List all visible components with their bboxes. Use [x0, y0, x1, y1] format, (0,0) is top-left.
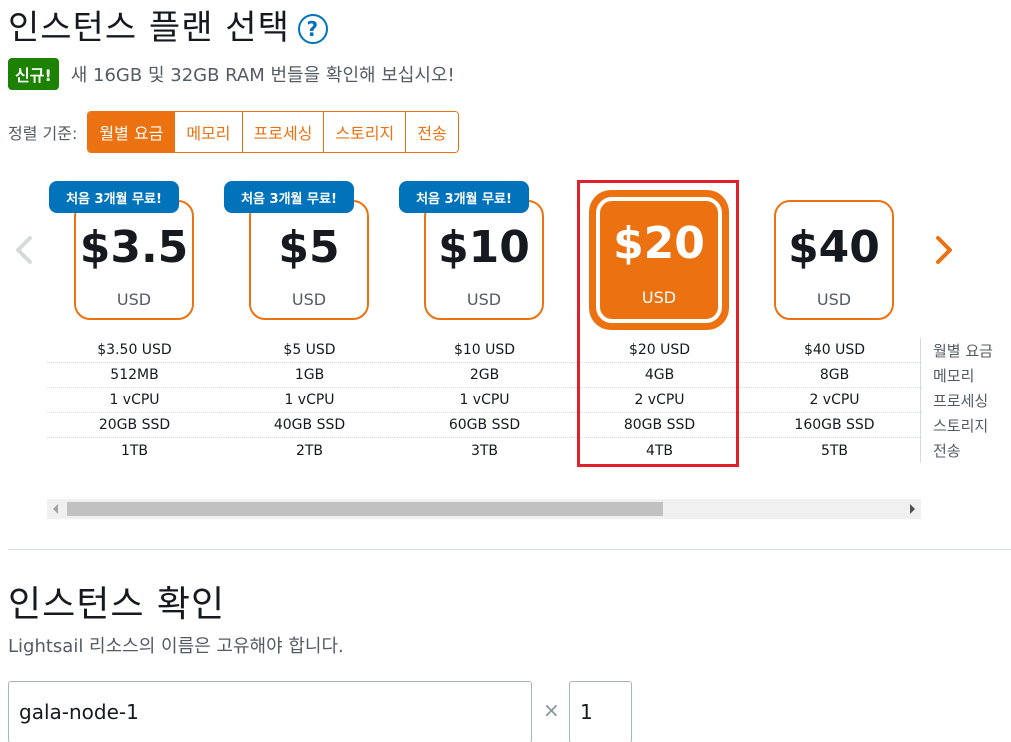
- row-label-monthly: 월별 요금: [933, 342, 993, 360]
- plan-specs: $10 USD 2GB 1 vCPU 60GB SSD 3TB: [397, 338, 572, 463]
- plan-card-3-5[interactable]: $3.5 USD: [74, 200, 194, 320]
- spec-storage: 40GB SSD: [222, 413, 397, 438]
- plan-specs: $5 USD 1GB 1 vCPU 40GB SSD 2TB: [222, 338, 397, 463]
- instance-name-hint: Lightsail 리소스의 이름은 고유해야 합니다.: [8, 636, 344, 657]
- instance-name-input[interactable]: [8, 681, 532, 742]
- plan-card-10[interactable]: $10 USD: [424, 200, 544, 320]
- promo-badge: 처음 3개월 무료!: [399, 181, 529, 213]
- instance-count-input[interactable]: [569, 681, 632, 742]
- selection-highlight-box: [577, 180, 739, 467]
- sort-option-storage[interactable]: 스토리지: [324, 112, 407, 152]
- row-label-storage: 스토리지: [933, 417, 989, 435]
- sort-option-memory[interactable]: 메모리: [175, 112, 243, 152]
- promo-badge: 처음 3개월 무료!: [49, 181, 179, 213]
- spec-row-labels: 월별 요금 메모리 프로세싱 스토리지 전송: [920, 338, 1011, 463]
- plan-price: $5: [278, 222, 340, 273]
- plan-specs: $40 USD 8GB 2 vCPU 160GB SSD 5TB: [747, 338, 922, 463]
- chevron-left-icon[interactable]: [8, 230, 38, 270]
- plan-currency: USD: [291, 290, 327, 309]
- chevron-right-icon[interactable]: [930, 230, 960, 270]
- spec-monthly: $40 USD: [747, 338, 922, 363]
- announcement-text: 새 16GB 및 32GB RAM 번들을 확인해 보십시오!: [70, 65, 455, 86]
- sort-segmented-control: 월별 요금 메모리 프로세싱 스토리지 전송: [87, 111, 459, 153]
- section-divider: [8, 549, 1011, 550]
- question-circle-icon[interactable]: ?: [297, 13, 328, 44]
- page-title: 인스턴스 플랜 선택 ?: [8, 0, 328, 49]
- row-label-processing: 프로세싱: [933, 392, 989, 410]
- spec-monthly: $5 USD: [222, 338, 397, 363]
- announcement: 신규! 새 16GB 및 32GB RAM 번들을 확인해 보십시오!: [8, 58, 455, 90]
- spec-storage: 60GB SSD: [397, 413, 572, 438]
- sort-option-monthly[interactable]: 월별 요금: [88, 112, 176, 152]
- spec-memory: 1GB: [222, 363, 397, 388]
- spec-memory: 8GB: [747, 363, 922, 388]
- sort-option-transfer[interactable]: 전송: [406, 112, 458, 152]
- spec-transfer: 3TB: [470, 442, 499, 459]
- spec-memory: 2GB: [397, 363, 572, 388]
- plan-price: $40: [788, 222, 880, 273]
- plan-currency: USD: [116, 290, 152, 309]
- spec-cpu: 1 vCPU: [47, 388, 222, 413]
- new-badge: 신규!: [8, 58, 59, 90]
- plan-specs: $3.50 USD 512MB 1 vCPU 20GB SSD 1TB: [47, 338, 222, 463]
- spec-transfer: 2TB: [295, 442, 324, 459]
- scrollbar-thumb[interactable]: [67, 502, 663, 516]
- sort-label: 정렬 기준:: [8, 124, 78, 143]
- plan-card-40[interactable]: $40 USD: [774, 200, 894, 320]
- spec-cpu: 1 vCPU: [397, 388, 572, 413]
- plan-currency: USD: [466, 290, 502, 309]
- spec-transfer: 5TB: [820, 442, 849, 459]
- plan-currency: USD: [816, 290, 852, 309]
- spec-transfer: 1TB: [120, 442, 149, 459]
- row-label-memory: 메모리: [933, 367, 975, 385]
- plan-price: $10: [438, 222, 530, 273]
- spec-cpu: 1 vCPU: [222, 388, 397, 413]
- spec-monthly: $10 USD: [397, 338, 572, 363]
- spec-memory: 512MB: [47, 363, 222, 388]
- horizontal-scrollbar[interactable]: [47, 499, 921, 519]
- times-symbol: ×: [543, 698, 560, 722]
- spec-cpu: 2 vCPU: [747, 388, 922, 413]
- spec-storage: 160GB SSD: [747, 413, 922, 438]
- row-label-transfer: 전송: [933, 442, 961, 460]
- page-title-text: 인스턴스 플랜 선택: [8, 8, 290, 48]
- plan-price: $3.5: [79, 222, 189, 273]
- sort-bar: 정렬 기준: 월별 요금 메모리 프로세싱 스토리지 전송: [8, 111, 459, 153]
- instance-section-title: 인스턴스 확인: [8, 584, 226, 625]
- plan-card-5[interactable]: $5 USD: [249, 200, 369, 320]
- spec-storage: 20GB SSD: [47, 413, 222, 438]
- scroll-left-arrow-icon[interactable]: [53, 504, 58, 514]
- sort-option-processing[interactable]: 프로세싱: [242, 112, 325, 152]
- spec-monthly: $3.50 USD: [47, 338, 222, 363]
- scroll-right-arrow-icon[interactable]: [910, 504, 915, 514]
- promo-badge: 처음 3개월 무료!: [224, 181, 354, 213]
